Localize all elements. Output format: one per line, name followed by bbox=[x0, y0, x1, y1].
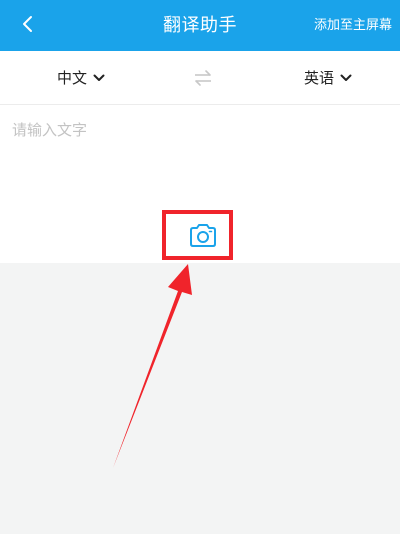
source-language-label: 中文 bbox=[57, 69, 88, 87]
camera-button[interactable] bbox=[188, 223, 218, 249]
translation-app: 翻译助手 添加至主屏幕 中文 英语 bbox=[0, 0, 400, 534]
swap-languages-button[interactable] bbox=[192, 67, 214, 89]
text-input[interactable] bbox=[12, 119, 388, 199]
header-bar: 翻译助手 添加至主屏幕 bbox=[0, 0, 400, 51]
camera-icon bbox=[190, 224, 216, 247]
source-language-select[interactable]: 中文 bbox=[57, 51, 105, 104]
chevron-down-icon bbox=[340, 74, 352, 82]
target-language-select[interactable]: 英语 bbox=[304, 51, 352, 104]
target-language-label: 英语 bbox=[303, 69, 334, 87]
chevron-down-icon bbox=[93, 74, 105, 82]
swap-arrows-icon bbox=[195, 70, 211, 86]
add-to-home-button[interactable]: 添加至主屏幕 bbox=[314, 0, 392, 51]
text-input-area bbox=[0, 105, 400, 263]
language-bar: 中文 英语 bbox=[0, 51, 400, 105]
